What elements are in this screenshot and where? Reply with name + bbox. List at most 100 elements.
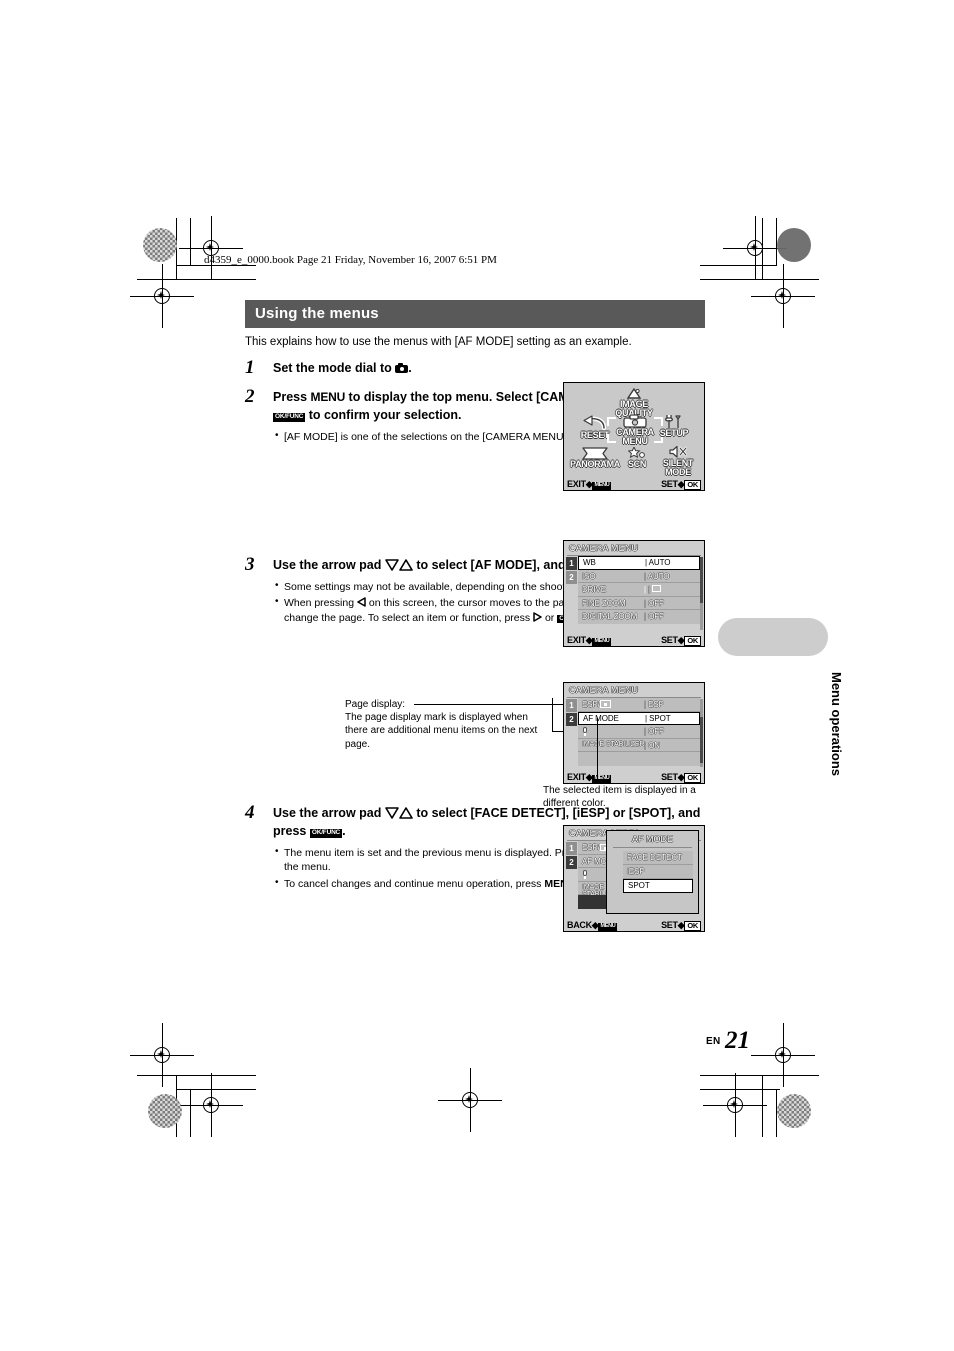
halftone-patch [777, 228, 811, 262]
page-tab-2[interactable]: 2 [566, 571, 577, 584]
halftone-patch [143, 228, 177, 262]
row-label: ISO [582, 571, 596, 581]
silent-speaker-icon [669, 445, 687, 458]
top-menu-label: SILENT MODE [662, 458, 694, 477]
b2-a: When pressing [284, 597, 357, 610]
lcd-footer-exit: EXIT◆ MENU [567, 478, 612, 490]
ok-button-icon: OK [684, 635, 701, 646]
halftone-patch [148, 1094, 182, 1128]
row-value: SPOT [645, 714, 670, 723]
callout-selected-item: The selected item is displayed in a diff… [543, 785, 696, 810]
page-tab-2[interactable]: 2 [566, 713, 577, 726]
crop-line [137, 279, 256, 280]
step-4-number: 4 [245, 802, 255, 824]
page-display[interactable]: 1 2 [566, 557, 577, 585]
lcd-camera-menu-page1: CAMERA MENU 1 2 WB AUTO ISO AUTO DRIVE |… [563, 540, 705, 647]
af-mode-options: FACE DETECT iESP SPOT [623, 851, 693, 893]
arrow-up-down-icon [385, 559, 413, 572]
step-2-number: 2 [245, 386, 255, 408]
callout-leader-line [597, 718, 598, 784]
registration-mark [130, 1023, 194, 1087]
menu-button-icon: MENU [592, 637, 612, 646]
registration-mark [751, 1023, 815, 1087]
menu-button-icon: MENU [592, 774, 612, 783]
reset-arrow-icon [583, 415, 607, 431]
row-value: OFF [644, 612, 664, 621]
top-menu-item-setup[interactable]: SETUP [646, 414, 702, 438]
camera-icon [395, 362, 409, 373]
chapter-tab-label: Menu operations [829, 672, 844, 777]
step-4-text-c: . [342, 824, 346, 839]
menu-row-esp-spot[interactable]: ESP/ ESP [578, 698, 700, 712]
page-display[interactable]: 1 2 [566, 842, 577, 870]
crop-line [700, 1075, 819, 1076]
page-tab-1[interactable]: 1 [566, 842, 577, 855]
registration-mark [751, 264, 815, 328]
section-intro: This explains how to use the menus with … [245, 336, 632, 348]
row-label: IMAGE STABILIZER [582, 740, 645, 748]
page-folio: EN 21 [706, 1027, 750, 1055]
lcd-footer-exit: EXIT◆ MENU [567, 771, 612, 783]
menu-row-digital-zoom[interactable]: DIGITAL ZOOM OFF [578, 610, 700, 624]
step-1-text-a: Set the mode dial to [273, 360, 396, 375]
registration-mark [179, 1073, 243, 1137]
section-heading: Using the menus [245, 300, 705, 328]
print-header: d4359_e_0000.book Page 21 Friday, Novemb… [204, 254, 497, 266]
crop-line [762, 1075, 763, 1137]
row-value: ESP [644, 700, 664, 709]
scrollbar[interactable] [700, 699, 703, 767]
microphone-icon [582, 870, 588, 879]
ok-button-icon: OK [684, 920, 701, 931]
row-label: FINE ZOOM [582, 598, 626, 608]
crop-line [190, 218, 191, 266]
step-4-text-a: Use the arrow pad [273, 806, 385, 821]
top-menu-item-panorama[interactable]: PANORAMA [564, 447, 626, 469]
row-value: OFF [644, 599, 664, 608]
page-tab-1[interactable]: 1 [566, 699, 577, 712]
row-label: DIGITAL ZOOM [582, 612, 638, 621]
af-option-spot[interactable]: SPOT [623, 879, 693, 893]
back-label: BACK [567, 919, 592, 930]
top-menu-item-scn[interactable]: SCN [619, 447, 655, 469]
top-menu-label: SCN [627, 459, 647, 469]
set-label: SET [661, 771, 678, 782]
microphone-icon [582, 727, 588, 736]
page-display[interactable]: 1 2 [566, 699, 577, 727]
lcd-camera-menu-page2: CAMERA MENU 1 2 ESP/ ESP AF MODE SPOT OF… [563, 682, 705, 784]
arrow-up-down-icon [385, 807, 413, 820]
lcd-top-menu-screen: IMAGE QUALITY RESET CAMERA MENU SETUP PA… [563, 382, 705, 491]
page-tab-2[interactable]: 2 [566, 856, 577, 869]
menu-button-icon: MENU [592, 481, 612, 490]
ok-func-button-icon: OK/FUNC [309, 829, 343, 838]
lcd-footer-set: SET◆ OK [661, 920, 701, 931]
top-menu-item-image-quality[interactable]: IMAGE QUALITY [602, 387, 666, 417]
menu-row-iso[interactable]: ISO AUTO [578, 569, 700, 583]
exit-label: EXIT [567, 478, 586, 489]
menu-row-drive[interactable]: DRIVE | [578, 583, 700, 597]
callout-title: Page display: [345, 699, 406, 710]
page-tab-1[interactable]: 1 [566, 557, 577, 570]
step-1-text-b: . [408, 360, 412, 375]
menu-row-fine-zoom[interactable]: FINE ZOOM OFF [578, 596, 700, 610]
option-label: FACE DETECT [627, 853, 683, 862]
top-menu-item-silent-mode[interactable]: SILENT MODE [654, 445, 702, 476]
callout-leader-line [552, 704, 564, 705]
row-label: DRIVE [582, 585, 606, 594]
menu-row-wb[interactable]: WB AUTO [578, 556, 700, 570]
step-3-text-a: Use the arrow pad [273, 558, 385, 573]
menu-rows: WB AUTO ISO AUTO DRIVE | FINE ZOOM OFF D… [578, 556, 700, 624]
b2-a: To cancel changes and continue menu oper… [284, 877, 545, 890]
row-label [582, 870, 588, 880]
wrench-screwdriver-icon [665, 415, 681, 428]
set-label: SET [661, 478, 678, 489]
option-label: SPOT [628, 881, 650, 890]
crop-line [700, 265, 777, 266]
af-option-face-detect[interactable]: FACE DETECT [623, 851, 693, 865]
scrollbar[interactable] [700, 557, 703, 630]
lcd-af-mode-screen: CAMERA MENU 1 2 ESP/ AF MODE IMAGE STABI… [563, 825, 705, 932]
af-option-iesp[interactable]: iESP [623, 865, 693, 879]
lcd-title: CAMERA MENU [569, 543, 639, 553]
step-2-text-c: to confirm your selection. [305, 408, 462, 423]
folio-number: 21 [725, 1027, 750, 1054]
registration-mark [438, 1068, 502, 1132]
